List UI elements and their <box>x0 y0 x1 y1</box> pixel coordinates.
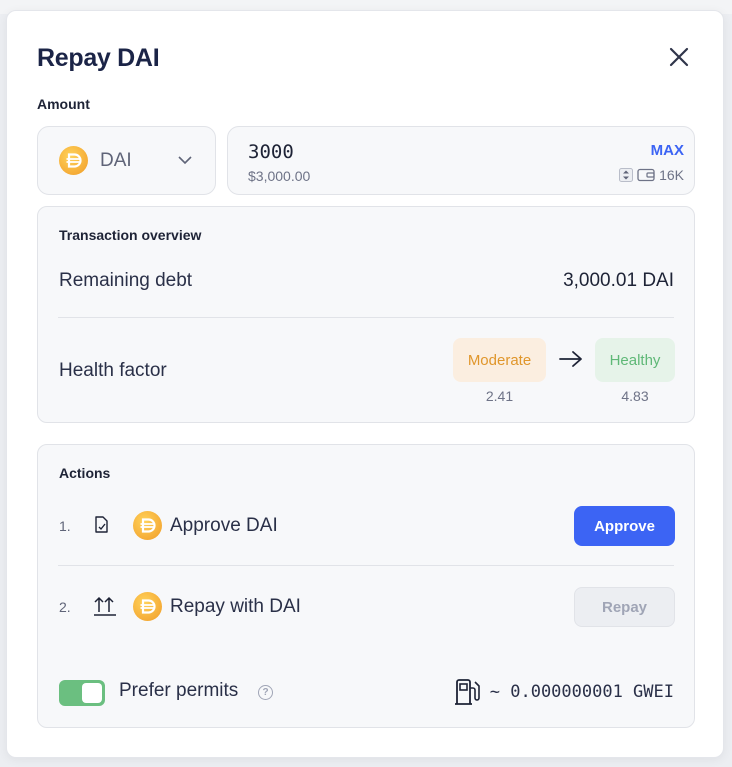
balance-value: 16K <box>659 167 684 183</box>
divider <box>58 565 674 566</box>
amount-usd-value: $3,000.00 <box>248 168 311 184</box>
transaction-overview: Transaction overview Remaining debt 3,00… <box>37 206 695 423</box>
amount-value[interactable]: 3000 <box>248 141 294 163</box>
overview-title: Transaction overview <box>59 227 202 243</box>
max-button[interactable]: MAX <box>651 142 684 159</box>
amount-label: Amount <box>37 96 90 112</box>
chevron-down-icon <box>178 156 192 165</box>
close-icon[interactable] <box>667 45 691 69</box>
remaining-debt-label: Remaining debt <box>59 270 193 291</box>
actions-panel: Actions 1. Approve DAI Approve 2. Repay … <box>37 444 695 728</box>
amount-input[interactable]: 3000 $3,000.00 MAX 16K <box>227 126 695 195</box>
health-factor-label: Health factor <box>59 360 167 381</box>
gas-estimate-value: ~ 0.000000001 GWEI <box>489 682 674 702</box>
dai-coin-icon <box>133 511 162 540</box>
step-number: 1. <box>59 518 71 534</box>
health-factor-new-value: 4.83 <box>621 388 649 404</box>
remaining-debt-value: 3,000.01 DAI <box>563 270 674 291</box>
toggle-knob <box>82 683 102 703</box>
help-icon[interactable]: ? <box>258 685 273 700</box>
health-factor-new-badge: Healthy <box>595 338 675 382</box>
sign-document-icon <box>95 516 108 533</box>
repay-step-label: Repay with DAI <box>170 596 301 617</box>
repay-arrows-icon <box>94 596 116 616</box>
wallet-icon <box>637 168 655 182</box>
wallet-balance: 16K <box>619 167 684 183</box>
gas-pump-icon <box>454 679 480 705</box>
health-factor-current-badge: Moderate <box>453 338 546 382</box>
token-select[interactable]: DAI <box>37 126 216 195</box>
approve-button[interactable]: Approve <box>574 506 675 546</box>
dai-coin-icon <box>133 592 162 621</box>
health-factor-current-value: 2.41 <box>485 388 514 404</box>
token-symbol: DAI <box>100 149 132 171</box>
modal-title: Repay DAI <box>37 44 160 72</box>
prefer-permits-label: Prefer permits <box>119 680 239 701</box>
repay-button[interactable]: Repay <box>574 587 675 627</box>
repay-modal: Repay DAI Amount DAI 3000 $3,000.00 MAX … <box>6 10 724 758</box>
actions-title: Actions <box>59 465 111 481</box>
approve-step-label: Approve DAI <box>170 515 278 536</box>
dai-coin-icon <box>59 146 88 175</box>
prefer-permits-toggle[interactable] <box>59 680 105 706</box>
divider <box>58 317 674 318</box>
step-number: 2. <box>59 599 71 615</box>
sort-icon <box>619 168 634 182</box>
gas-estimate: ~ 0.000000001 GWEI <box>454 678 674 706</box>
arrow-right-icon <box>559 351 582 367</box>
